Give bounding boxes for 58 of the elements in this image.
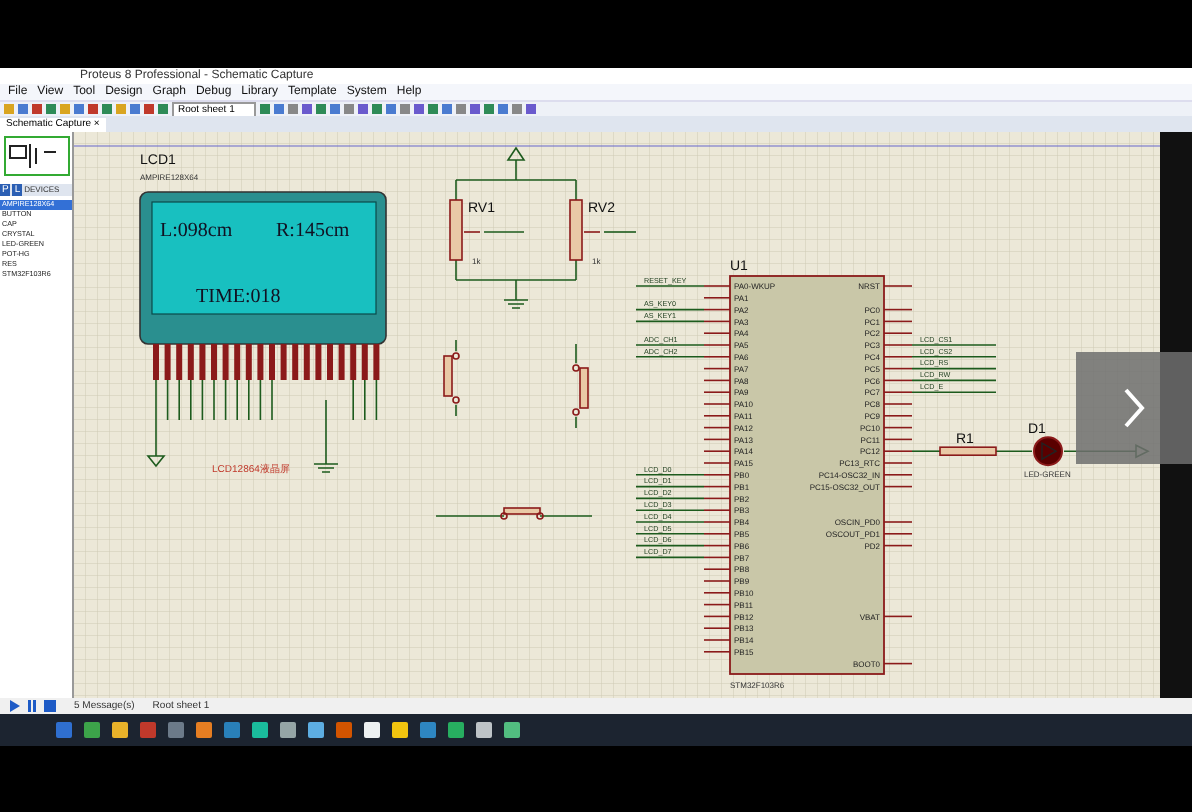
wire <box>911 367 997 370</box>
wire <box>635 556 705 559</box>
wire <box>635 320 705 323</box>
wire <box>995 450 1033 452</box>
wire <box>190 379 192 421</box>
wire <box>635 308 705 311</box>
wire <box>635 344 705 346</box>
ground-icon <box>146 455 166 468</box>
wire <box>213 379 215 421</box>
wire <box>911 379 997 382</box>
lcd-text: TIME:018 <box>196 286 281 308</box>
wire <box>635 485 705 488</box>
wire <box>201 379 204 421</box>
led-drawing <box>1033 436 1063 467</box>
power-icon <box>507 146 525 173</box>
wire <box>575 343 577 364</box>
push-button-drawing <box>572 364 589 416</box>
wire <box>635 285 705 287</box>
wire <box>635 356 705 358</box>
wire <box>635 544 705 547</box>
wire <box>911 450 941 452</box>
wire <box>539 515 593 517</box>
wire <box>635 497 705 500</box>
wire <box>248 379 250 421</box>
wire <box>911 344 997 346</box>
wire <box>455 339 457 352</box>
wire <box>271 379 273 421</box>
wire <box>911 391 997 393</box>
ground-icon <box>503 299 529 309</box>
wire <box>911 356 997 358</box>
wire <box>166 379 169 421</box>
wire <box>236 379 238 421</box>
wire <box>352 379 354 421</box>
wire <box>224 379 227 421</box>
stop-icon[interactable] <box>44 700 56 712</box>
wire <box>259 379 262 421</box>
resistor-drawing <box>939 446 997 456</box>
wire <box>435 515 505 517</box>
next-button[interactable] <box>1076 352 1192 464</box>
wire <box>603 231 637 233</box>
wire <box>375 379 378 421</box>
wire <box>575 416 577 429</box>
wire <box>364 379 366 421</box>
wire <box>635 474 705 476</box>
push-button-drawing <box>443 352 460 404</box>
chevron-right-icon <box>1122 386 1146 430</box>
lcd-text: L:098cm <box>160 220 233 242</box>
wire <box>635 521 705 523</box>
push-button-drawing <box>500 507 544 520</box>
lcd-text: R:145cm <box>276 220 350 242</box>
ground-icon <box>313 463 339 473</box>
wire <box>635 533 705 535</box>
pause-icon[interactable] <box>26 700 38 712</box>
wire <box>325 399 327 465</box>
wire <box>178 379 180 421</box>
wire <box>483 231 525 233</box>
wire <box>455 404 457 417</box>
wire <box>635 509 705 511</box>
